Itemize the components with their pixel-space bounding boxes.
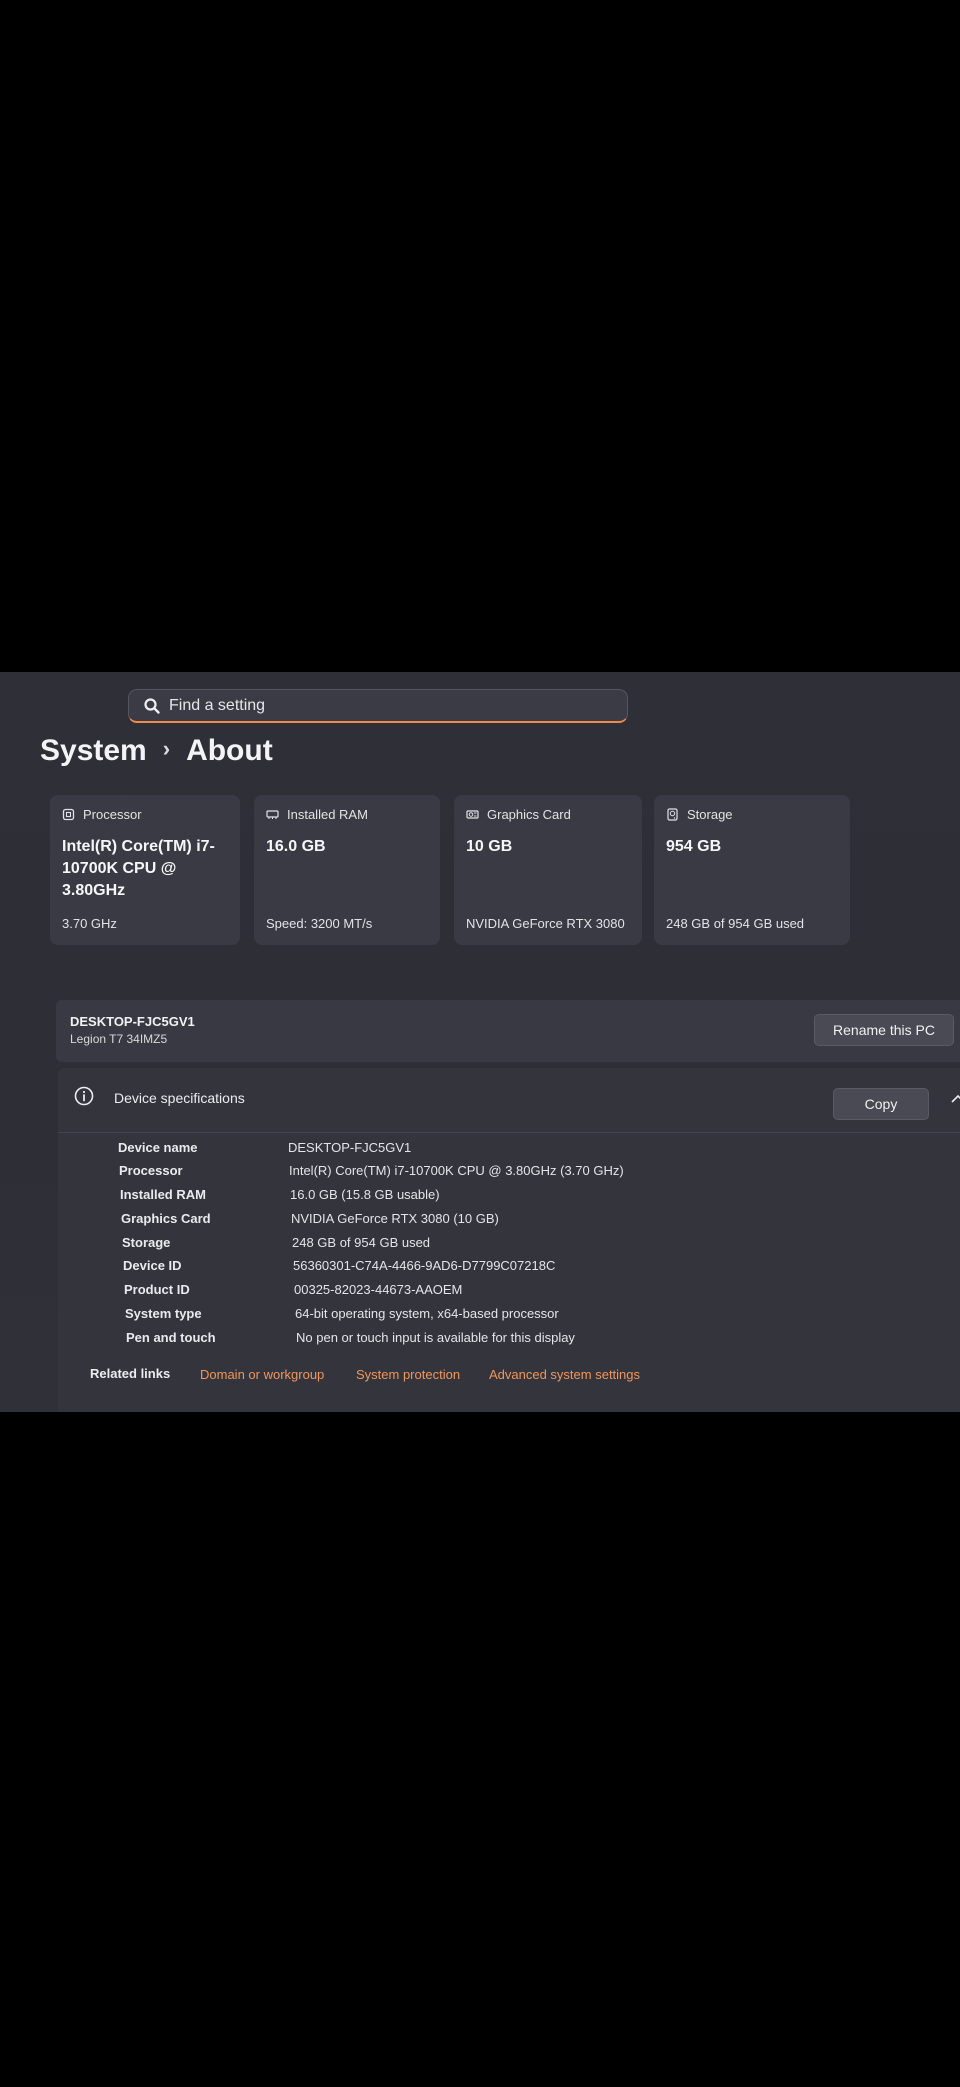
spec-key: Installed RAM — [120, 1187, 206, 1202]
spec-key: Storage — [122, 1235, 171, 1250]
page-title: About — [186, 734, 273, 767]
spec-key: Graphics Card — [121, 1211, 211, 1226]
copy-button[interactable]: Copy — [833, 1088, 929, 1120]
advanced-system-settings-link[interactable]: Advanced system settings — [489, 1367, 640, 1382]
device-name: DESKTOP-FJC5GV1 — [70, 1014, 195, 1029]
related-links-bar: Related links Domain or workgroup System… — [76, 1352, 960, 1398]
spec-value: Intel(R) Core(TM) i7-10700K CPU @ 3.80GH… — [289, 1163, 624, 1178]
spec-value: No pen or touch input is available for t… — [296, 1330, 575, 1345]
card-title: Installed RAM — [287, 807, 368, 822]
spec-value: DESKTOP-FJC5GV1 — [288, 1140, 412, 1155]
card-title: Graphics Card — [487, 807, 571, 822]
spec-value: 64-bit operating system, x64-based proce… — [295, 1306, 559, 1321]
graphics-card-icon — [466, 810, 479, 819]
device-model: Legion T7 34IMZ5 — [70, 1032, 168, 1046]
device-specifications-title: Device specifications — [114, 1090, 245, 1106]
ram-card: Installed RAM 16.0 GB Speed: 3200 MT/s — [254, 795, 440, 945]
spec-key: Device ID — [123, 1258, 182, 1273]
rename-pc-button[interactable]: Rename this PC — [814, 1014, 954, 1046]
storage-card: Storage 954 GB 248 GB of 954 GB used — [654, 795, 850, 945]
domain-or-workgroup-link[interactable]: Domain or workgroup — [200, 1367, 324, 1382]
spec-key: Device name — [118, 1140, 198, 1155]
search-input[interactable] — [169, 696, 609, 716]
spec-key: Processor — [119, 1163, 183, 1178]
breadcrumb: System › About — [40, 734, 273, 768]
related-links-label: Related links — [90, 1366, 171, 1381]
card-subtitle: 248 GB of 954 GB used — [666, 916, 805, 931]
processor-card: Processor Intel(R) Core(TM) i7-10700K CP… — [50, 795, 240, 945]
card-value: 16.0 GB — [266, 838, 326, 855]
spec-value: 00325-82023-44673-AAOEM — [294, 1282, 463, 1297]
card-title: Storage — [687, 807, 733, 822]
spec-key: System type — [125, 1306, 202, 1321]
chevron-up-icon[interactable] — [950, 1094, 960, 1104]
settings-window: System › About Processor Intel(R) Core(TM)… — [0, 672, 960, 1412]
processor-icon — [62, 808, 75, 821]
chevron-right-icon: › — [162, 736, 171, 761]
card-title: Processor — [83, 807, 142, 822]
device-specifications-header[interactable]: Device specifications Copy — [58, 1068, 960, 1133]
spec-value: 56360301-C74A-4466-9AD6-D7799C07218C — [293, 1258, 556, 1273]
spec-key: Product ID — [124, 1282, 190, 1297]
card-value: 954 GB — [666, 838, 722, 855]
spec-value: 248 GB of 954 GB used — [292, 1235, 431, 1250]
search-icon — [144, 698, 160, 714]
card-subtitle: NVIDIA GeForce RTX 3080 — [466, 916, 625, 931]
ram-icon — [266, 810, 279, 819]
card-subtitle: 3.70 GHz — [62, 916, 117, 931]
device-name-bar: DESKTOP-FJC5GV1 Legion T7 34IMZ5 Rename … — [56, 1000, 960, 1062]
breadcrumb-system[interactable]: System — [40, 734, 147, 767]
spec-value: 16.0 GB (15.8 GB usable) — [290, 1187, 440, 1202]
spec-key: Pen and touch — [126, 1330, 216, 1345]
info-icon — [74, 1086, 94, 1106]
card-subtitle: Speed: 3200 MT/s — [266, 916, 373, 931]
search-box[interactable] — [128, 689, 628, 723]
spec-value: NVIDIA GeForce RTX 3080 (10 GB) — [291, 1211, 499, 1226]
graphics-card-card: Graphics Card 10 GB NVIDIA GeForce RTX 3… — [454, 795, 642, 945]
card-value: Intel(R) Core(TM) i7-10700K CPU @ 3.80GH… — [62, 838, 215, 899]
card-value: 10 GB — [466, 838, 513, 855]
storage-icon — [667, 808, 678, 821]
system-protection-link[interactable]: System protection — [356, 1367, 460, 1382]
